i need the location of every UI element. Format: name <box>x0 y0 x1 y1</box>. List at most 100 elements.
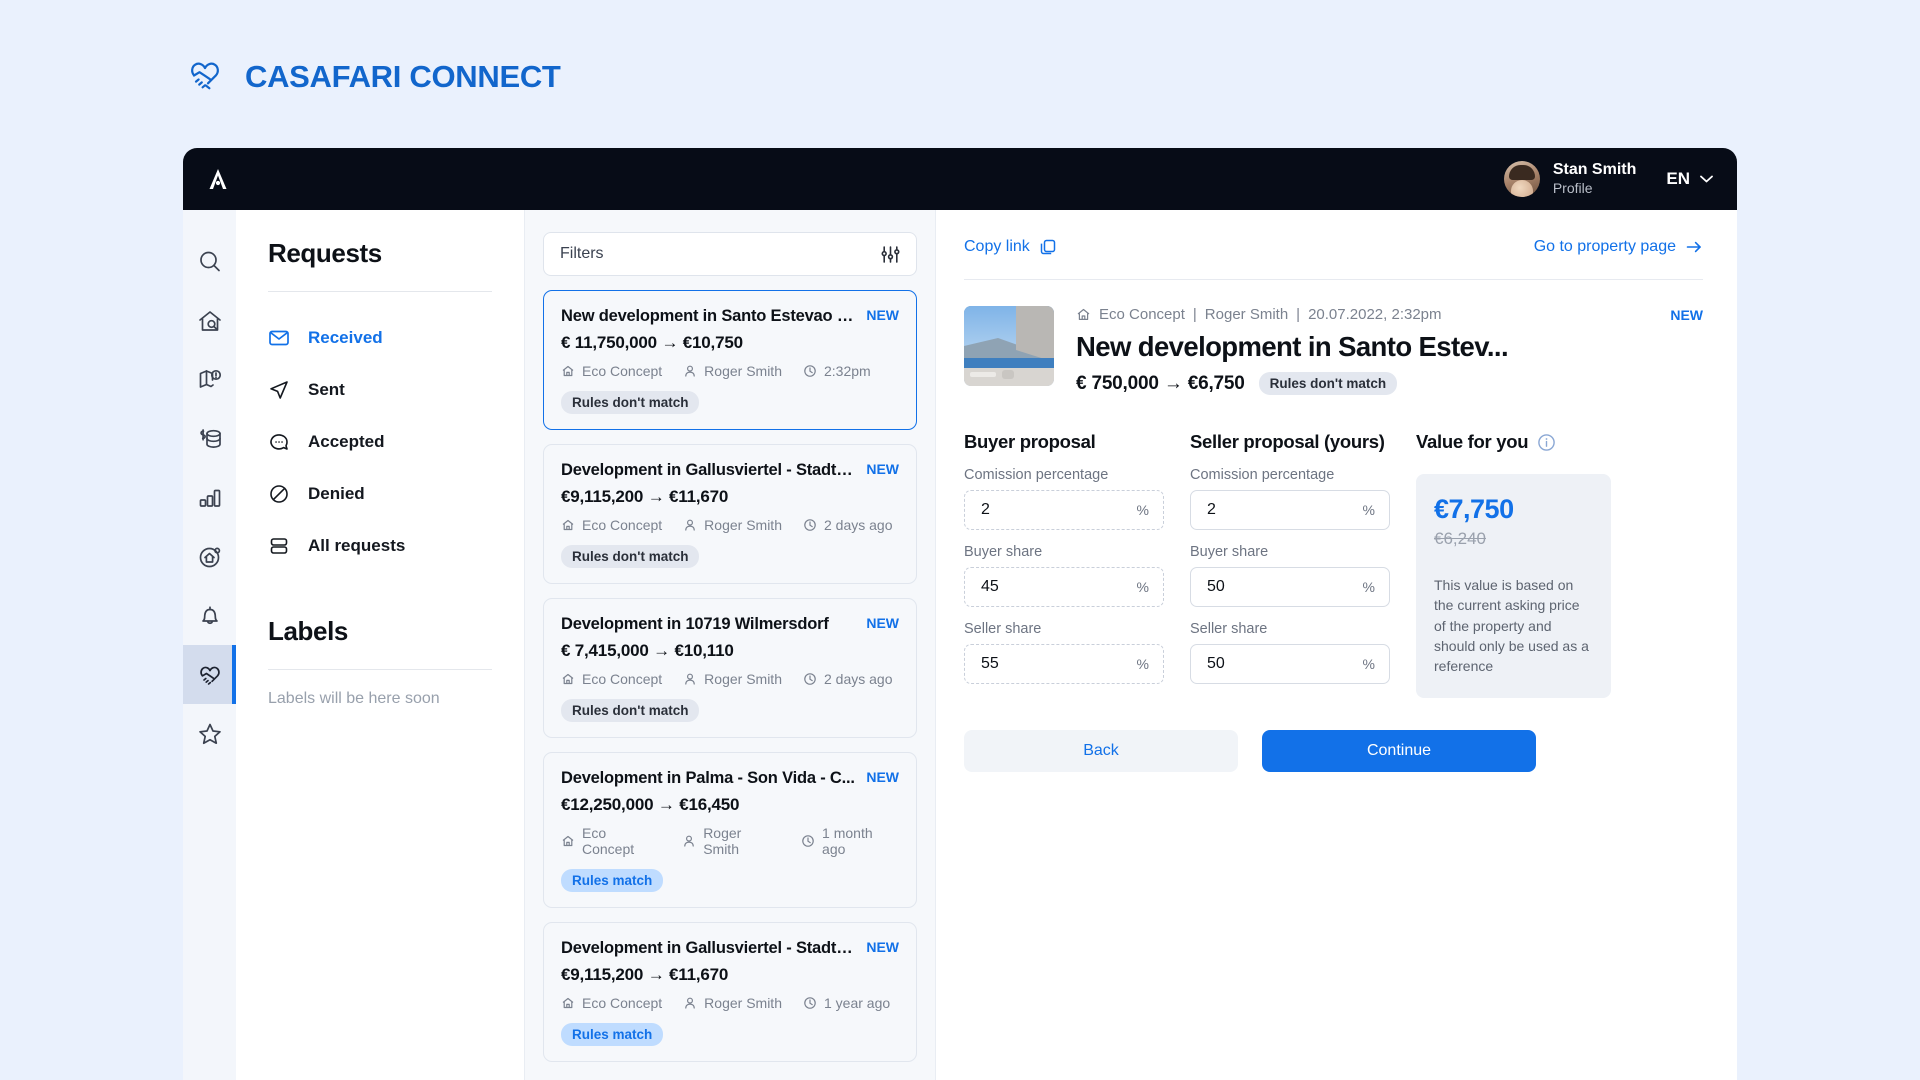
rail-item-notifications[interactable] <box>183 586 236 645</box>
home-circle-icon <box>199 547 220 567</box>
labels-title: Labels <box>268 616 348 646</box>
request-card[interactable]: Development in Gallusviertel - Stadtteil… <box>543 444 917 584</box>
person-icon <box>684 835 694 847</box>
separator: | <box>1296 306 1301 323</box>
nav-item-label: Denied <box>308 484 365 503</box>
card-time: 1 year ago <box>823 995 891 1011</box>
nav-item-received[interactable]: Received <box>268 312 492 364</box>
price-from: € 750,000 <box>1076 372 1159 394</box>
paper-plane-icon <box>270 381 288 399</box>
person-icon <box>685 519 695 531</box>
back-button[interactable]: Back <box>964 730 1238 773</box>
buyer-seller-share-input <box>981 655 1099 673</box>
home-icon <box>562 835 574 847</box>
property-agent: Roger Smith <box>1204 306 1289 323</box>
go-to-property-page-link[interactable]: Go to property page <box>1534 238 1703 256</box>
rail-item-search[interactable] <box>183 232 236 291</box>
rail-item-property-search[interactable] <box>183 291 236 350</box>
info-icon[interactable] <box>1537 433 1556 452</box>
seller-buyer-share-input[interactable] <box>1207 578 1325 596</box>
value-note: This value is based on the current askin… <box>1434 577 1589 675</box>
casafari-a-monogram-icon[interactable] <box>203 164 233 194</box>
buyer-proposal-column: Buyer proposal Comission percentage % Bu… <box>964 431 1164 698</box>
nav-item-accepted[interactable]: Accepted <box>268 416 492 468</box>
card-meta: Eco Concept Roger Smith 2:32pm <box>561 363 899 379</box>
seller-commission-input[interactable] <box>1207 501 1325 519</box>
nav-item-label: Accepted <box>308 432 385 451</box>
buyer-buyer-share-field: % <box>964 567 1164 607</box>
copy-icon <box>1040 239 1056 255</box>
property-summary: Eco Concept | Roger Smith | 20.07.2022, … <box>964 306 1703 395</box>
rail-item-analytics[interactable] <box>183 468 236 527</box>
home-icon <box>562 673 574 685</box>
value-for-you-column: Value for you €7,750 €6,240 This value i… <box>1416 431 1611 699</box>
value-heading-label: Value for you <box>1416 431 1529 452</box>
arrow-right-icon: → <box>1163 372 1188 394</box>
seller-seller-share-input[interactable] <box>1207 655 1325 673</box>
price-from: €12,250,000 <box>561 795 654 814</box>
card-agent: Roger Smith <box>704 995 782 1011</box>
money-stack-icon <box>199 428 221 448</box>
price-from: €9,115,200 <box>561 487 644 506</box>
rail-item-listings[interactable] <box>183 527 236 586</box>
copy-link-button[interactable]: Copy link <box>964 238 1057 256</box>
person-icon <box>685 673 695 685</box>
home-icon <box>562 365 574 377</box>
rail-item-map-alerts[interactable] <box>183 350 236 409</box>
nav-item-label: Received <box>308 328 383 347</box>
home-icon <box>562 519 574 531</box>
map-alert-icon <box>199 369 221 388</box>
arrow-right-icon <box>1686 241 1701 253</box>
card-price: €12,250,000 → €16,450 <box>561 795 899 815</box>
property-meta: Eco Concept | Roger Smith | 20.07.2022, … <box>1076 306 1442 323</box>
separator: | <box>1192 306 1197 323</box>
field-label: Seller share <box>1190 621 1268 637</box>
star-icon <box>198 723 221 744</box>
seller-seller-share-field[interactable]: % <box>1190 644 1390 684</box>
percent-sign: % <box>1136 579 1149 595</box>
card-agent: Roger Smith <box>704 517 782 533</box>
nav-item-all-requests[interactable]: All requests <box>268 520 492 572</box>
nav-item-sent[interactable]: Sent <box>268 364 492 416</box>
request-card[interactable]: Development in Palma - Son Vida - C... N… <box>543 752 917 908</box>
person-icon <box>685 997 695 1009</box>
percent-sign: % <box>1362 656 1375 672</box>
bell-icon <box>201 605 218 624</box>
price-from: € 11,750,000 <box>561 333 657 352</box>
property-title: New development in Santo Estev... <box>1076 331 1509 362</box>
rules-chip: Rules don't match <box>561 545 700 568</box>
card-time: 1 month ago <box>822 825 873 857</box>
field-label: Buyer share <box>1190 544 1269 560</box>
rules-chip: Rules match <box>561 1023 664 1046</box>
seller-commission-field[interactable]: % <box>1190 490 1390 530</box>
request-card[interactable]: Development in 10719 Wilmersdorf NEW € 7… <box>543 598 917 738</box>
price-from: €9,115,200 <box>561 965 644 984</box>
rail-item-favourites[interactable] <box>183 704 236 763</box>
clock-icon <box>804 673 816 685</box>
seller-buyer-share-field[interactable]: % <box>1190 567 1390 607</box>
property-agency: Eco Concept <box>1099 306 1185 323</box>
rules-chip: Rules don't match <box>561 699 700 722</box>
price-from: € 7,415,000 <box>561 641 649 660</box>
user-menu[interactable]: Stan Smith Profile <box>1503 160 1636 198</box>
continue-button[interactable]: Continue <box>1262 730 1536 773</box>
rail-item-connect[interactable] <box>183 645 236 704</box>
request-detail: Copy link Go to property page Eco Concep… <box>936 210 1737 1080</box>
nav-item-label: All requests <box>308 536 406 555</box>
buyer-commission-field: % <box>964 490 1164 530</box>
search-icon <box>199 251 220 271</box>
language-selector[interactable]: EN <box>1666 169 1713 189</box>
card-price: €9,115,200 → €11,670 <box>561 965 899 985</box>
go-to-property-label: Go to property page <box>1533 238 1676 255</box>
percent-sign: % <box>1136 502 1149 518</box>
request-card[interactable]: Development in Gallusviertel - Stadtteil… <box>543 922 917 1062</box>
nav-item-denied[interactable]: Denied <box>268 468 492 520</box>
labels-empty-text: Labels will be here soon <box>268 690 440 707</box>
clock-icon <box>804 997 816 1009</box>
status-badge: NEW <box>866 939 899 955</box>
request-card[interactable]: New development in Santo Estevao E... NE… <box>543 290 917 430</box>
price-to: €10,110 <box>674 641 734 660</box>
clock-icon <box>804 365 816 377</box>
filters-bar[interactable]: Filters <box>543 232 917 276</box>
rail-item-finance[interactable] <box>183 409 236 468</box>
